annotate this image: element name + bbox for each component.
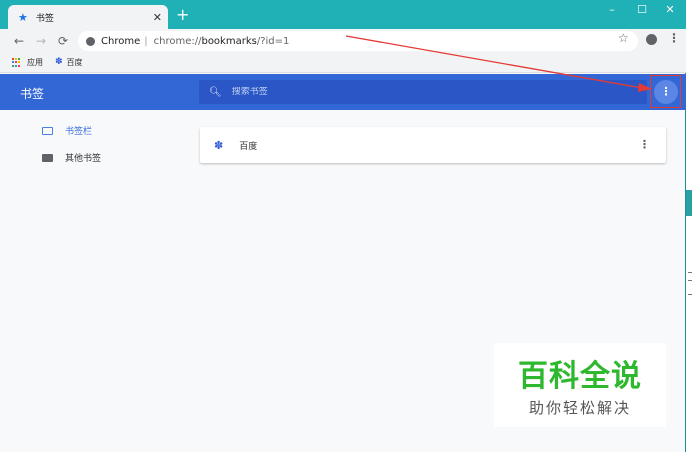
toolbar: ← → ⟳ Chrome | chrome:// bookmarks /?id=… [0,29,686,53]
bookmarks-header: 书签 🔍︎ ⋮ [0,74,686,110]
tab-title: 书签 [35,13,54,24]
bookmark-star-icon[interactable]: ☆ [618,31,629,45]
page-title: 书签 [20,87,45,101]
baidu-paw-icon: ✽ [55,57,63,67]
search-input[interactable] [231,87,612,97]
url-separator: | [144,35,148,47]
url-path: /?id=1 [256,35,290,47]
close-window-button[interactable]: ✕ [655,2,685,18]
new-tab-button[interactable]: + [176,7,189,23]
address-bar[interactable]: Chrome | chrome:// bookmarks /?id=1 [78,31,638,51]
minimize-button[interactable]: – [597,2,627,18]
reload-icon[interactable]: ⟳ [52,34,74,48]
forward-arrow-icon[interactable]: → [30,34,52,48]
tab-bookmarks[interactable]: ★ 书签 ✕ [8,5,168,29]
desktop-window-edge [685,190,692,216]
sidebar-item-label: 其他书签 [65,154,102,164]
watermark-subtitle: 助你轻松解决 [528,399,631,417]
maximize-button[interactable]: ☐ [627,2,657,18]
chrome-menu-icon[interactable]: ⋮ [668,31,680,45]
browser-window: ★ 书签 ✕ + – ☐ ✕ ← → ⟳ Chrome | chrome:// … [0,0,686,452]
watermark: 百科全说 助你轻松解决 [494,343,666,427]
back-arrow-icon[interactable]: ← [8,34,30,48]
item-menu-icon[interactable]: ⋮ [639,138,650,151]
bookmark-bar-baidu-label: 百度 [66,58,83,67]
annotation-highlight-box [650,75,681,108]
folder-open-icon [42,126,53,135]
folder-icon [42,153,53,162]
search-box[interactable]: 🔍︎ [199,80,647,104]
search-icon: 🔍︎ [209,86,222,98]
list-item-label: 百度 [239,141,258,152]
bookmark-bar-apps-label: 应用 [27,58,43,67]
desktop-mark [688,294,692,295]
profile-avatar-icon[interactable] [646,34,657,45]
desktop-background [685,0,692,452]
tab-strip: ★ 书签 ✕ + – ☐ ✕ [0,0,686,29]
sidebar-item-other-bookmarks[interactable]: 其他书签 [42,151,101,164]
sidebar-item-bookmarks-bar[interactable]: 书签栏 [42,124,92,137]
bookmark-bar-baidu[interactable]: ✽ 百度 [55,57,83,68]
desktop-mark [688,272,692,273]
site-label: Chrome [101,35,141,47]
bookmark-bar-apps[interactable]: 应用 [12,57,43,68]
chrome-site-icon [86,36,95,46]
close-tab-icon[interactable]: ✕ [153,12,162,23]
url-host: bookmarks [201,35,257,47]
list-item[interactable]: ✽ 百度 ⋮ [200,127,666,163]
apps-grid-icon [12,57,22,68]
bookmark-bar: 应用 ✽ 百度 [0,53,686,73]
url-scheme: chrome:// [153,35,202,47]
desktop-mark [688,280,692,281]
sidebar-item-label: 书签栏 [65,127,93,137]
baidu-paw-icon: ✽ [214,138,224,152]
watermark-title: 百科全说 [518,359,642,394]
star-icon: ★ [18,10,28,24]
